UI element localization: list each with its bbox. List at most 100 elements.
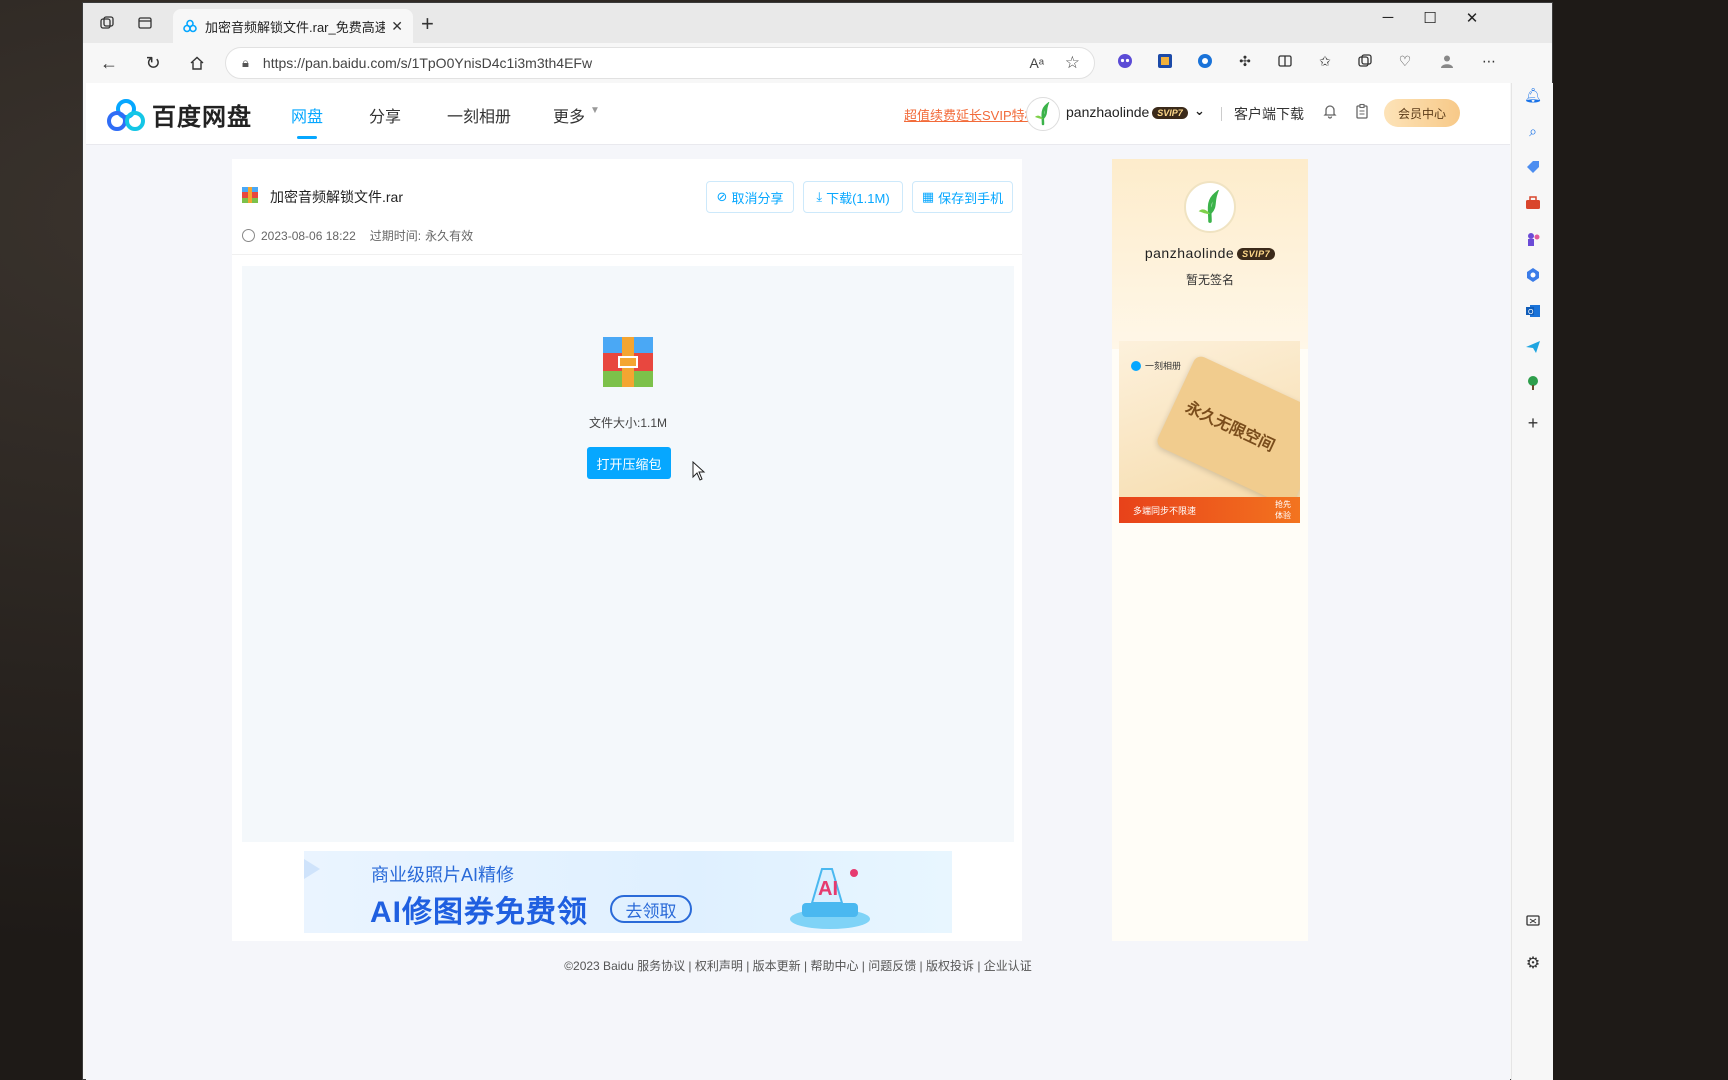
header-username: panzhaolinde SVIP7 — [1066, 104, 1188, 120]
read-aloud-icon[interactable]: Aᵃ — [1029, 55, 1044, 71]
profile-signature: 暂无签名 — [1185, 273, 1234, 287]
svg-text:AI: AI — [818, 878, 838, 900]
sidebar-add-icon[interactable]: + — [1523, 413, 1543, 433]
rar-file-icon — [242, 187, 258, 203]
nav-wangpan[interactable]: 网盘 — [291, 103, 323, 139]
address-bar[interactable]: 🔒︎ https://pan.baidu.com/s/1TpO0YnisD4c1… — [225, 47, 1095, 79]
svip-badge: SVIP7 — [1237, 248, 1276, 261]
edge-sidebar: 🔔︎ ⌕ O + ⚙ — [1511, 83, 1553, 1080]
svip-renew-link[interactable]: 超值续费延长SVIP特权 — [904, 105, 1038, 124]
logo-text: 百度网盘 — [152, 104, 252, 131]
profile-icon[interactable] — [1437, 51, 1457, 71]
back-icon[interactable]: ← — [97, 51, 121, 75]
download-icon: ⤓ — [816, 189, 823, 204]
notification-bell-icon[interactable] — [1322, 103, 1338, 124]
sidebar-tools-icon[interactable] — [1523, 193, 1543, 213]
sidebar-search-icon[interactable]: ⌕ — [1523, 121, 1543, 141]
sidebar-send-icon[interactable] — [1523, 337, 1543, 357]
profile-name: panzhaolinde SVIP7 — [1112, 245, 1308, 261]
banner-arrow-icon — [304, 859, 320, 879]
settings-more-icon[interactable]: ⋯ — [1479, 51, 1499, 71]
page-content: 百度网盘 网盘 分享 一刻相册 更多 ▼ 超值续费延长SVIP特权 panzha… — [86, 83, 1510, 1080]
sprout-icon — [1198, 190, 1219, 223]
ban-icon: ⊘ — [716, 189, 728, 204]
user-menu-chevron-icon[interactable]: ⌄ — [1194, 103, 1205, 119]
ai-logo-art-icon: AI — [790, 868, 870, 929]
sidebar-bell-icon[interactable]: 🔔︎ — [1523, 85, 1543, 105]
clipboard-icon[interactable] — [1354, 103, 1370, 124]
collections-icon[interactable] — [1355, 51, 1375, 71]
browser-window: 加密音频解锁文件.rar_免费高速下 ✕ + ─ ☐ ✕ ← ↻ 🔒︎ http… — [82, 2, 1553, 1080]
sidebar-outlook-icon[interactable]: O — [1523, 301, 1543, 321]
file-preview-area: 文件大小:1.1M 打开压缩包 — [242, 266, 1014, 842]
nav-more[interactable]: 更多 — [553, 103, 585, 127]
favorite-star-icon[interactable]: ☆ — [1065, 53, 1080, 73]
side-ad[interactable]: 一刻相册 永久无限空间 多端同步不限速 抢先体验 — [1119, 341, 1300, 523]
sidebar-tree-icon[interactable] — [1523, 373, 1543, 393]
yike-logo-icon — [1131, 360, 1141, 371]
sidebar-shopping-icon[interactable] — [1523, 157, 1543, 177]
file-size: 文件大小:1.1M — [588, 416, 667, 430]
ad-strip: 多端同步不限速 抢先体验 — [1119, 497, 1300, 523]
active-tab[interactable]: 加密音频解锁文件.rar_免费高速下 ✕ — [173, 9, 413, 43]
extensions-puzzle-icon[interactable]: ✣ — [1235, 51, 1255, 71]
extension-blue-icon[interactable] — [1195, 51, 1215, 71]
file-meta: 2023-08-06 18:22 过期时间: 永久有效 — [242, 227, 473, 244]
divider — [232, 254, 1022, 255]
client-download-link[interactable]: 客户端下载 — [1234, 104, 1304, 124]
tab-actions-icon[interactable] — [135, 13, 155, 33]
download-button[interactable]: ⤓ 下载(1.1M) — [803, 181, 903, 213]
lock-icon[interactable]: 🔒︎ — [242, 55, 249, 71]
svip-badge: SVIP7 — [1152, 107, 1188, 120]
profile-sidebar: panzhaolinde SVIP7 暂无签名 一刻相册 永久无限空间 多端同步不… — [1112, 159, 1308, 941]
split-screen-icon[interactable] — [1275, 51, 1295, 71]
tab-title: 加密音频解锁文件.rar_免费高速下 — [205, 19, 386, 35]
file-card: 加密音频解锁文件.rar ⊘ 取消分享 ⤓ 下载(1.1M) ▦ 保存到手机 2023… — [232, 159, 1022, 941]
ad-banner[interactable]: 商业级照片AI精修 AI修图券免费领 去领取 AI — [304, 851, 952, 933]
minimize-button[interactable]: ─ — [1368, 9, 1408, 26]
workspaces-icon[interactable] — [97, 13, 117, 33]
nav-share[interactable]: 分享 — [369, 103, 401, 127]
open-archive-button[interactable]: 打开压缩包 — [587, 447, 671, 479]
ad-strip-text: 多端同步不限速 — [1133, 506, 1197, 516]
sprout-icon — [1035, 102, 1050, 126]
avatar[interactable] — [1026, 97, 1060, 131]
file-name: 加密音频解锁文件.rar — [270, 189, 403, 205]
extension-game-icon[interactable] — [1155, 51, 1175, 71]
cancel-share-button[interactable]: ⊘ 取消分享 — [706, 181, 794, 213]
sidebar-copilot-icon[interactable] — [1523, 265, 1543, 285]
close-tab-icon[interactable]: ✕ — [391, 18, 403, 35]
maximize-button[interactable]: ☐ — [1410, 9, 1450, 27]
expire-value: 永久有效 — [425, 229, 474, 243]
baidu-pan-logo-icon — [107, 98, 145, 131]
ad-brand: 一刻相册 — [1131, 359, 1181, 372]
home-icon[interactable] — [185, 51, 209, 75]
site-header: 百度网盘 网盘 分享 一刻相册 更多 ▼ 超值续费延长SVIP特权 panzha… — [86, 83, 1510, 145]
expire-label: 过期时间: — [369, 229, 422, 243]
extension-face-icon[interactable] — [1115, 51, 1135, 71]
favorites-icon[interactable]: ✩ — [1315, 51, 1335, 71]
nav-more-caret-icon[interactable]: ▼ — [590, 105, 600, 116]
created-time: 2023-08-06 18:22 — [261, 228, 356, 243]
sidebar-settings-icon[interactable]: ⚙ — [1523, 953, 1543, 973]
profile-avatar[interactable] — [1184, 181, 1236, 233]
banner-line2: AI修图券免费领 — [370, 896, 588, 929]
nav-yike-album[interactable]: 一刻相册 — [447, 103, 511, 127]
logo[interactable]: 百度网盘 — [106, 97, 252, 132]
save-to-phone-button[interactable]: ▦ 保存到手机 — [912, 181, 1013, 213]
sidebar-games-icon[interactable] — [1523, 229, 1543, 249]
qrcode-icon: ▦ — [921, 189, 935, 204]
new-tab-icon[interactable]: + — [421, 11, 434, 37]
rar-archive-icon — [603, 337, 653, 387]
close-window-button[interactable]: ✕ — [1452, 9, 1492, 27]
baidu-pan-favicon-icon — [183, 19, 197, 33]
refresh-icon[interactable]: ↻ — [141, 51, 165, 75]
ad-strip-cta[interactable]: 抢先体验 — [1272, 499, 1294, 521]
banner-cta-button[interactable]: 去领取 — [610, 895, 692, 923]
browser-essentials-icon[interactable]: ♡ — [1395, 51, 1415, 71]
mouse-cursor-icon — [692, 461, 706, 481]
sidebar-screenshot-icon[interactable] — [1523, 911, 1543, 931]
footer: ©2023 Baidu 服务协议 | 权利声明 | 版本更新 | 帮助中心 | … — [564, 959, 1032, 973]
url-text[interactable]: https://pan.baidu.com/s/1TpO0YnisD4c1i3m… — [263, 55, 592, 71]
vip-center-button[interactable]: 会员中心 — [1384, 99, 1460, 127]
